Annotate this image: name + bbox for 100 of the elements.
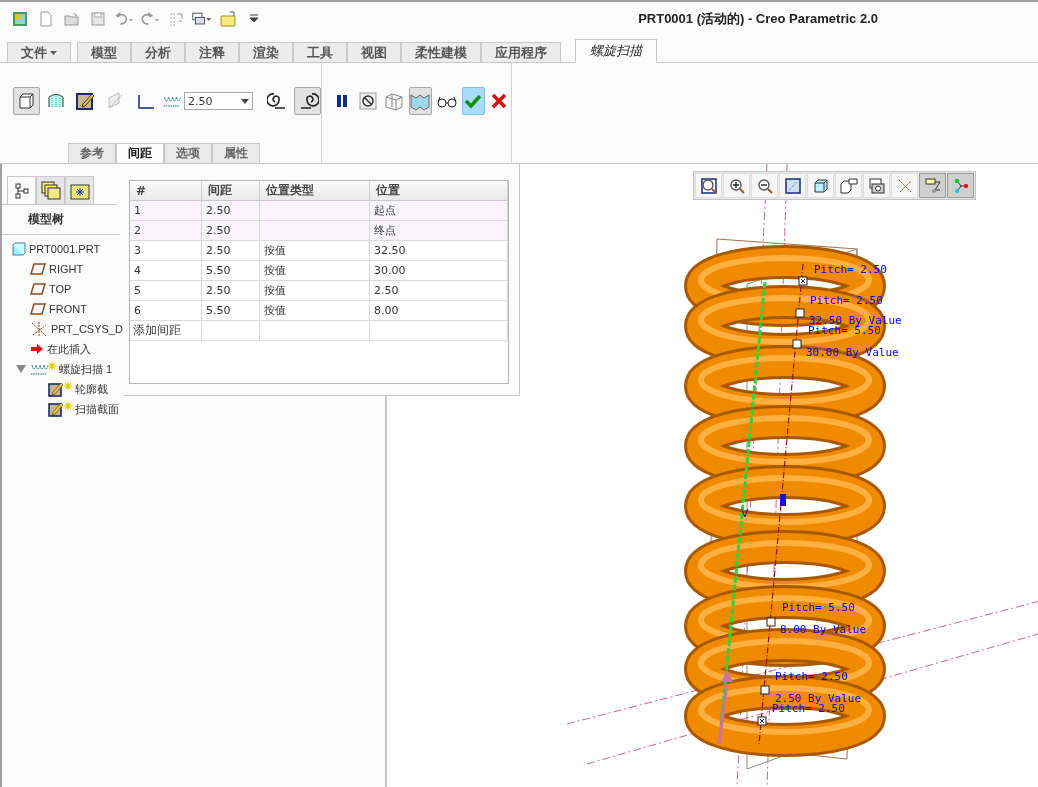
preview-icon [383,91,404,111]
verify-button[interactable] [408,87,432,115]
ribbon-tab[interactable]: 应用程序 [481,42,561,62]
helix-icon [30,363,48,375]
favorites-folder-icon [69,181,90,200]
datum-plane-icon [30,303,46,315]
table-cell: 2 [130,221,202,241]
drag-handle[interactable] [757,716,767,726]
zoom-out-button[interactable] [751,173,778,198]
table-cell: 2.50 [202,201,260,221]
view-manager-button[interactable] [863,173,890,198]
caret-icon [50,50,57,55]
panel-tab[interactable]: 选项 [164,143,212,163]
saved-views-icon [839,177,858,194]
ribbon-tab[interactable]: 分析 [131,42,185,62]
drag-handle[interactable] [795,308,805,318]
zoom-in-button[interactable] [723,173,750,198]
save-icon [90,11,106,27]
saved-views-button[interactable] [835,173,862,198]
ribbon-tab[interactable]: 螺旋扫描 [575,39,657,63]
folder-icon [220,11,236,27]
tree-item[interactable]: 螺旋扫描 1 [59,361,113,377]
table-cell: 2.50 [202,221,260,241]
new-file-icon [38,11,54,27]
panel-tab[interactable]: 参考 [68,143,116,163]
verify-icon [410,91,431,111]
ribbon-tab[interactable]: 柔性建模 [401,42,481,62]
drag-handle[interactable] [760,685,770,695]
tree-item[interactable]: TOP [49,283,72,295]
refit-icon [700,177,717,194]
sketch-icon [75,91,96,111]
tree-item[interactable]: PRT0001.PRT [29,243,101,255]
ribbon-tab[interactable]: 模型 [77,42,131,62]
sketch-icon [48,401,64,417]
undo-icon [114,11,134,27]
pitch-annotation[interactable]: 2.50 By Value [775,692,862,705]
table-cell: 32.50 [370,241,508,261]
column-header: 间距 [202,181,260,201]
model-tree-title: 模型树 [2,205,120,235]
navigator-tab[interactable] [7,176,36,204]
refit-button[interactable] [695,173,722,198]
pitch-combo[interactable]: 2.50 [183,92,253,110]
tree-item[interactable]: 扫描截面 [75,401,119,417]
right-handed-button[interactable] [294,87,321,115]
zoom-in-icon [728,177,745,194]
table-cell: 按值 [260,281,370,301]
ribbon-tab[interactable]: 视图 [347,42,401,62]
redo-icon [140,11,160,27]
origin-marker [780,494,786,506]
display-style-button[interactable] [807,173,834,198]
ribbon-tab[interactable]: 渲染 [239,42,293,62]
expand-caret-icon[interactable] [16,365,26,373]
panel-tab[interactable]: 间距 [116,143,164,163]
zoom-out-icon [756,177,773,194]
datum-display-button[interactable] [891,173,918,198]
table-cell: 4 [130,261,202,281]
pitch-annotation[interactable]: Pitch= 2.50 [810,294,883,307]
table-cell: 5.50 [202,261,260,281]
caret-icon [249,14,259,24]
table-cell: 终点 [370,221,508,241]
tree-item[interactable]: PRT_CSYS_D [51,323,123,335]
annotation-display-button[interactable] [919,173,946,198]
file-menu[interactable]: 文件 [7,42,71,62]
folders-icon [40,180,61,201]
tree-item[interactable]: RIGHT [49,263,84,275]
navigator-tab[interactable] [65,176,94,204]
datum-plane-icon [30,283,46,295]
table-cell: 6 [130,301,202,321]
ribbon-tab[interactable]: 工具 [293,42,347,62]
solid-button[interactable] [13,87,40,115]
panel-tab[interactable]: 属性 [212,143,260,163]
model-tree-icon [13,182,30,199]
ok-button[interactable] [461,87,485,115]
stop-icon [358,92,377,110]
navigator-tab[interactable] [36,176,65,204]
tree-item[interactable]: 轮廓截 [75,381,108,397]
repaint-button[interactable] [779,173,806,198]
tree-item[interactable]: FRONT [49,303,87,315]
annotation-display-icon [924,177,941,194]
table-cell: 2.50 [202,241,260,261]
drag-handle[interactable] [798,276,808,286]
tree-item[interactable]: 在此插入 [47,341,91,357]
coordinate-system-icon [30,321,48,337]
pitch-annotation[interactable]: Pitch= 5.50 [782,601,855,614]
repaint-icon [784,177,801,194]
table-cell: 3 [130,241,202,261]
table-cell: 2.50 [202,281,260,301]
spin-center-button[interactable] [947,173,974,198]
add-spacing-row[interactable]: 添加间距 [130,321,202,341]
empty-table-cell [202,321,260,341]
sketch-icon [48,381,64,397]
pitch-annotation[interactable]: 30.00 By Value [806,346,899,359]
ribbon-tab[interactable]: 注释 [185,42,239,62]
column-header: # [130,181,202,201]
drag-handle[interactable] [792,339,802,349]
datum-display-icon [896,177,913,194]
spin-center-icon [952,177,969,194]
column-header: 位置类型 [260,181,370,201]
drag-handle[interactable] [766,617,776,627]
table-cell: 5 [130,281,202,301]
